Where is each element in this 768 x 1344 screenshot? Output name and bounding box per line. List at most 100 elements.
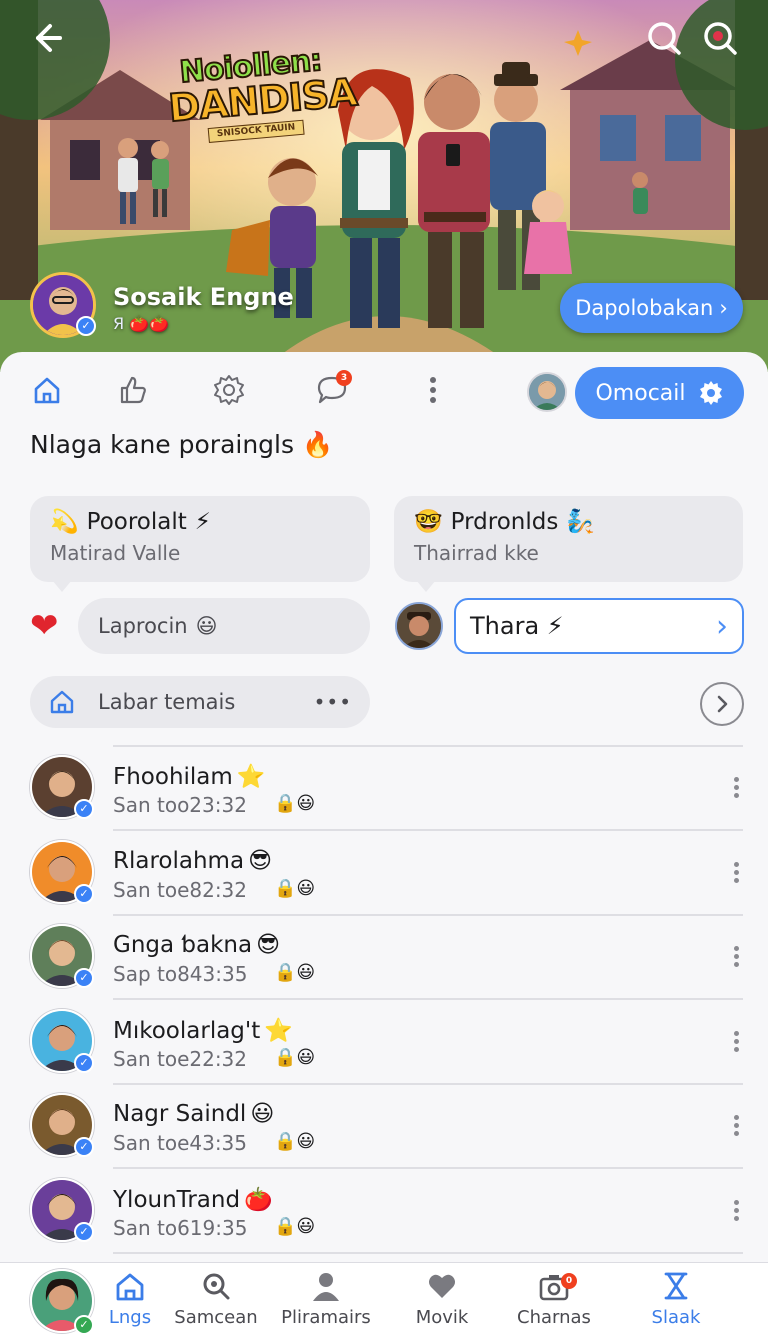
hero-banner: Noiollen: DANDISA SNISOCK TAUIN ✓ Sosaik…: [0, 0, 768, 372]
row-more-button[interactable]: [724, 769, 748, 805]
omocail-button[interactable]: Omocail: [575, 367, 744, 419]
filter-pill[interactable]: Labar temais •••: [30, 676, 370, 728]
search-button[interactable]: [636, 10, 692, 66]
more-options-button[interactable]: [411, 368, 455, 412]
avatar-face: [49, 1025, 75, 1051]
list-item-time: San toe82:32: [113, 878, 248, 902]
list-item-time: San too23:32: [113, 793, 247, 817]
vertical-dots-icon: [430, 377, 436, 403]
nav-charnas[interactable]: 0 Charnas: [499, 1271, 609, 1341]
section-title: Nlaga kane poraingls 🔥: [30, 430, 333, 460]
verified-badge-icon: ✓: [74, 884, 94, 904]
smile-emoji-icon: 😃: [195, 614, 218, 638]
search-alt-button[interactable]: [692, 10, 748, 66]
chevron-right-icon[interactable]: ›: [716, 609, 728, 644]
reply-avatar[interactable]: [395, 602, 443, 650]
nerd-emoji-icon: 🤓: [414, 509, 443, 535]
list-item[interactable]: ✓ Rlarolahma 😎 San toe82:32 🔒😃: [0, 834, 768, 918]
verified-badge-icon: ✓: [74, 799, 94, 819]
reply-input-value: Thara: [470, 612, 540, 640]
list-item-time: Sap to843:35: [113, 962, 248, 986]
user-avatar[interactable]: [527, 372, 567, 412]
list-item-name-row: Fhoohilam ⭐: [113, 763, 265, 791]
reaction-pill-text: Laprocin: [98, 614, 188, 638]
comments-badge: 3: [336, 370, 352, 386]
list-item[interactable]: ✓ Fhoohilam ⭐ San too23:32 🔒😃: [0, 749, 768, 833]
feature-card-title: 🤓 Prdronlds 🧞: [414, 508, 723, 536]
home-icon: [116, 1273, 144, 1301]
feature-card-2[interactable]: 🤓 Prdronlds 🧞 Thairrad kke: [394, 496, 743, 592]
nav-label: Slaak: [651, 1307, 701, 1328]
home-tab-button[interactable]: [25, 368, 69, 412]
comments-button[interactable]: 3: [310, 368, 354, 412]
feature-card-subtitle: Matirad Valle: [50, 541, 181, 565]
lightning-emoji-icon: ⚡: [194, 508, 211, 535]
person-icon: [313, 1273, 339, 1301]
list-item-time: San to619:35: [113, 1216, 248, 1240]
list-divider: [113, 1252, 743, 1254]
list-item-tag-icon: 😎: [248, 848, 273, 874]
list-item[interactable]: ✓ Nagr Saindl 😃 San toe43:35 🔒😃: [0, 1087, 768, 1171]
more-dots-icon[interactable]: •••: [314, 690, 352, 714]
hourglass-icon: [664, 1272, 688, 1300]
list-item-name-row: YlounTrand 🍅: [113, 1186, 273, 1214]
omocail-button-label: Omocail: [595, 380, 686, 406]
like-button[interactable]: [111, 368, 155, 412]
nav-slaak[interactable]: Slaak: [621, 1271, 731, 1341]
sparkle-emoji-icon: 💫: [50, 509, 79, 535]
game-logo: Noiollen: DANDISA SNISOCK TAUIN: [165, 42, 359, 146]
user-avatar-image: [529, 374, 565, 410]
list-item[interactable]: ✓ YlounTrand 🍅 San to619:35 🔒😃: [0, 1172, 768, 1256]
lock-emoji-icon: 🔒😃: [274, 878, 316, 899]
heart-icon[interactable]: ❤: [30, 604, 59, 648]
list-item[interactable]: ✓ Mıkoolarlag't ⭐ San toe22:32 🔒😃: [0, 1003, 768, 1087]
list-divider: [113, 829, 743, 831]
heart-icon: [429, 1274, 455, 1298]
list-item[interactable]: ✓ Gnga ƅakna 😎 Sap to843:35 🔒😃: [0, 918, 768, 1002]
row-more-button[interactable]: [724, 1023, 748, 1059]
row-more-button[interactable]: [724, 1192, 748, 1228]
reply-input[interactable]: Thara ⚡ ›: [454, 598, 744, 654]
avatar-face: [49, 940, 75, 966]
feature-card-1[interactable]: 💫 Poorolalt ⚡ Matirad Valle: [30, 496, 370, 592]
list-item-tag-icon: ⭐: [264, 1018, 293, 1044]
row-more-button[interactable]: [724, 1107, 748, 1143]
bottom-navigation: ✓ Lngs Samcean Pliramairs Movik 0 Charna…: [0, 1262, 768, 1344]
chevron-right-icon: ›: [719, 296, 728, 320]
genie-emoji-icon: 🧞: [566, 509, 595, 535]
list-divider: [113, 998, 743, 1000]
gear-icon: [214, 375, 244, 405]
feature-card-title: 💫 Poorolalt ⚡: [50, 508, 350, 536]
list-item-time: San toe43:35: [113, 1131, 248, 1155]
reaction-pill[interactable]: Laprocin 😃: [78, 598, 370, 654]
list-divider: [113, 1083, 743, 1085]
list-item-tag-icon: 🍅: [244, 1187, 273, 1213]
download-button[interactable]: Dapolobakan ›: [560, 283, 743, 333]
avatar-face: [49, 1109, 75, 1135]
lock-emoji-icon: 🔒😃: [274, 1047, 316, 1068]
feature-card-subtitle: Thairrad kke: [414, 541, 539, 565]
list-item-name: YlounTrand: [113, 1186, 241, 1213]
nav-movik[interactable]: Movik: [387, 1271, 497, 1341]
row-more-button[interactable]: [724, 938, 748, 974]
list-item-name-row: Mıkoolarlag't ⭐: [113, 1017, 293, 1045]
settings-gear-button[interactable]: [207, 368, 251, 412]
nav-samcean[interactable]: Samcean: [161, 1271, 271, 1341]
verified-badge-icon: ✓: [76, 316, 96, 336]
list-item-tag-icon: 😃: [250, 1101, 275, 1127]
list-divider: [113, 914, 743, 916]
list-item-name: Fhoohilam: [113, 763, 233, 790]
list-item-time: San toe22:32: [113, 1047, 248, 1071]
back-button[interactable]: [18, 10, 74, 66]
nav-label: Lngs: [108, 1307, 152, 1328]
list-item-name-row: Rlarolahma 😎: [113, 848, 272, 874]
lock-emoji-icon: 🔒😃: [274, 1216, 316, 1237]
nav-pliramairs[interactable]: Pliramairs: [271, 1271, 381, 1341]
charnas-badge: 0: [561, 1273, 577, 1289]
list-divider: [113, 1167, 743, 1169]
chevron-right-icon: [717, 695, 728, 713]
home-icon: [34, 377, 60, 404]
search-icon: [203, 1273, 230, 1300]
next-button[interactable]: [700, 682, 744, 726]
row-more-button[interactable]: [724, 854, 748, 890]
